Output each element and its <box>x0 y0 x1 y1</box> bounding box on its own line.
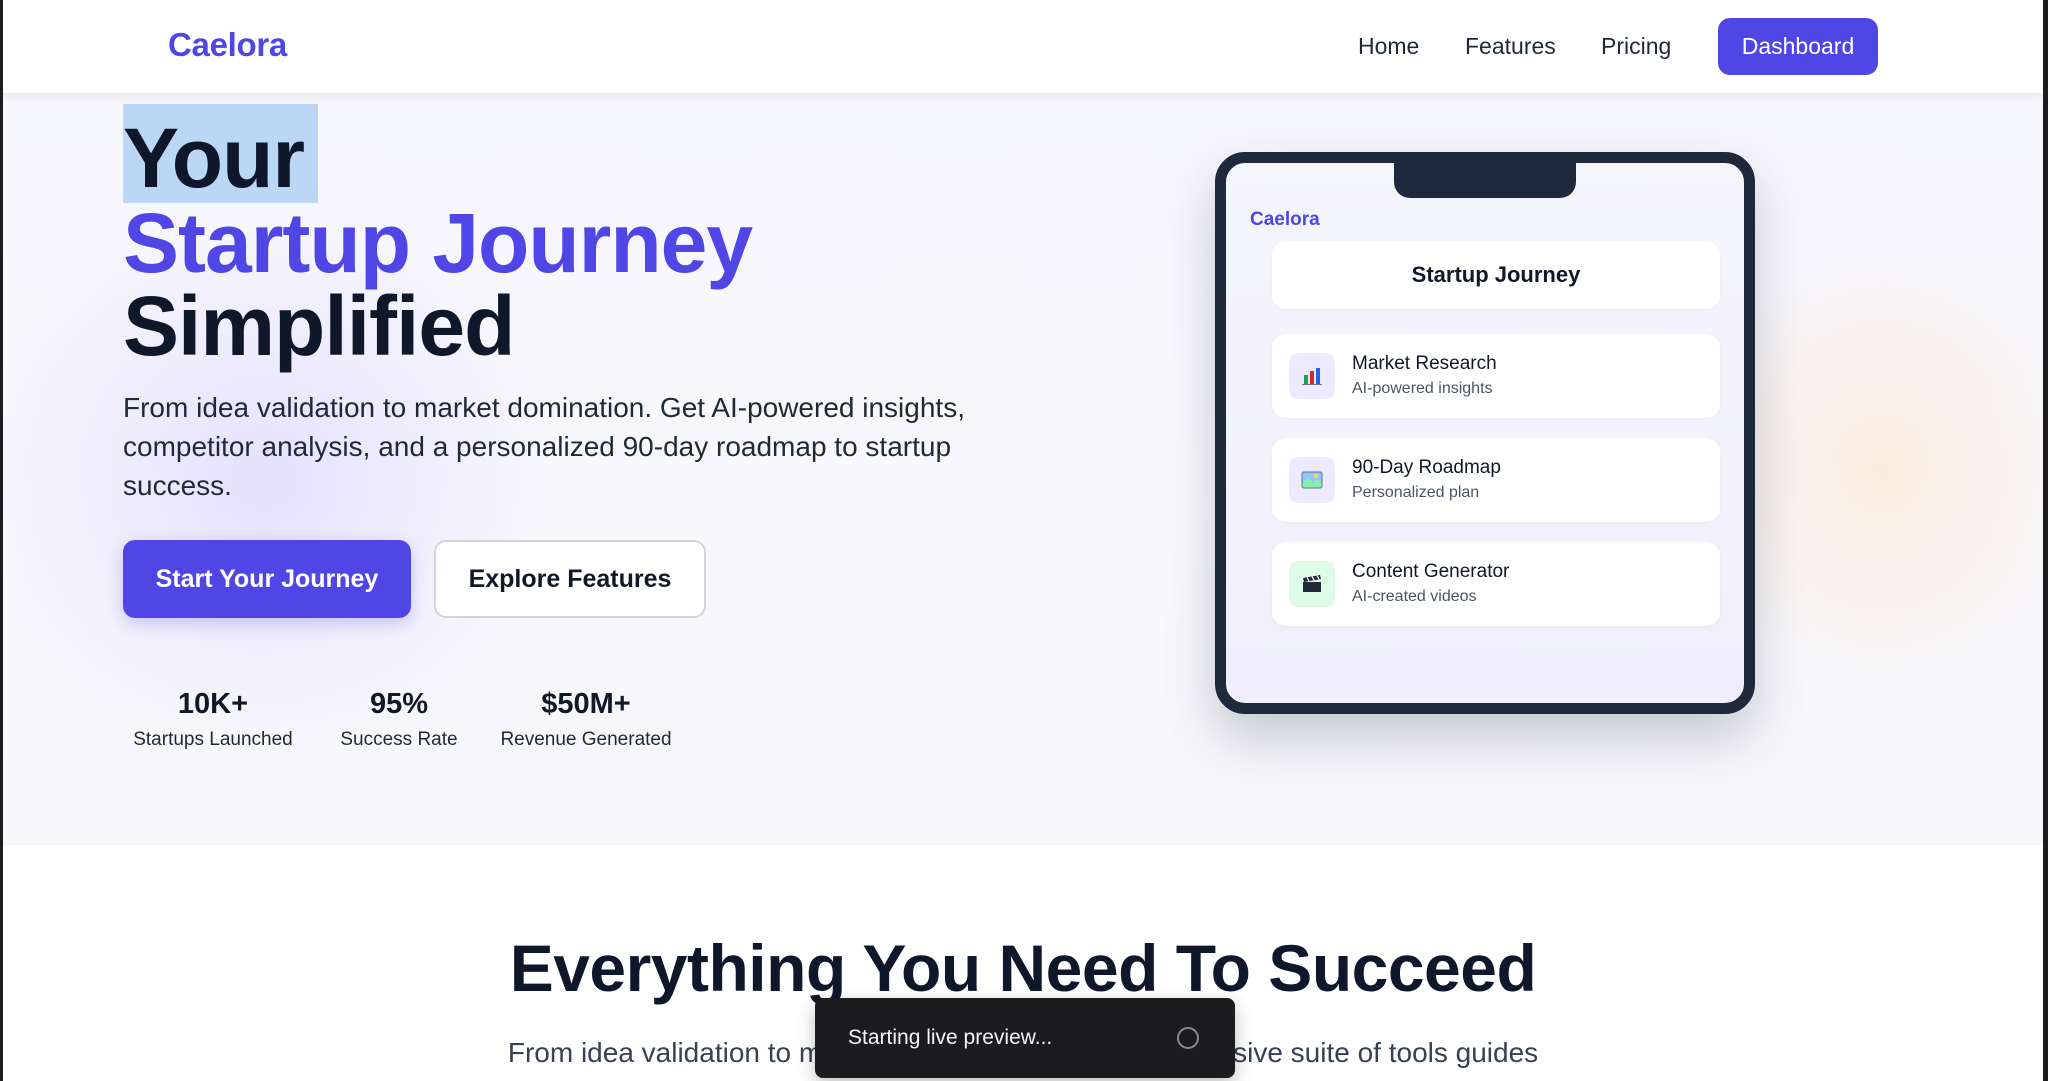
feature-card-content-generator: Content Generator AI-created videos <box>1272 542 1720 626</box>
nav-link-pricing[interactable]: Pricing <box>1601 33 1671 60</box>
device-logo: Caelora <box>1250 209 1320 230</box>
feature-subtitle: Personalized plan <box>1352 484 1480 501</box>
brand-logo[interactable]: Caelora <box>168 26 287 64</box>
device-mockup: Caelora Startup Journey Market Research … <box>1215 152 1755 714</box>
stat-revenue: $50M+ Revenue Generated <box>493 688 679 751</box>
bar-chart-icon <box>1289 353 1335 399</box>
stat-label: Revenue Generated <box>500 729 672 750</box>
stat-label: Success Rate <box>340 729 458 750</box>
clapperboard-icon <box>1289 561 1335 607</box>
stat-value: 10K+ <box>177 688 249 720</box>
stat-value: 95% <box>369 688 429 720</box>
device-title-card: Startup Journey <box>1272 241 1720 309</box>
feature-title: Content Generator <box>1352 561 1510 582</box>
feature-card-market-research: Market Research AI-powered insights <box>1272 334 1720 418</box>
stat-startups: 10K+ Startups Launched <box>123 688 303 751</box>
features-section-title: Everything You Need To Succeed <box>509 931 1537 1005</box>
toast-message: Starting live preview... <box>848 1026 1053 1049</box>
spinner-icon <box>1177 1027 1199 1049</box>
browser-viewport: Caelora Home Features Pricing Dashboard … <box>3 0 2043 1081</box>
feature-subtitle: AI-powered insights <box>1352 380 1493 397</box>
stat-label: Startups Launched <box>133 729 293 750</box>
feature-title: 90-Day Roadmap <box>1352 457 1501 478</box>
feature-subtitle: AI-created videos <box>1352 588 1477 605</box>
live-preview-toast: Starting live preview... <box>815 998 1235 1078</box>
feature-card-roadmap: 90-Day Roadmap Personalized plan <box>1272 438 1720 522</box>
hero-description: From idea validation to market dominatio… <box>123 392 965 501</box>
stat-success-rate: 95% Success Rate <box>331 688 467 751</box>
device-notch <box>1394 161 1576 198</box>
hero-title-line-3: Simplified <box>123 279 515 373</box>
stat-value: $50M+ <box>541 688 631 720</box>
start-journey-button[interactable]: Start Your Journey <box>123 540 411 618</box>
nav-link-features[interactable]: Features <box>1465 33 1556 60</box>
explore-features-button[interactable]: Explore Features <box>434 540 706 618</box>
feature-title: Market Research <box>1352 353 1497 374</box>
map-icon <box>1289 457 1335 503</box>
hero-title-line-2: Startup Journey <box>123 196 753 290</box>
dashboard-button[interactable]: Dashboard <box>1718 18 1878 75</box>
hero-title-line-1: Your <box>123 111 305 205</box>
navbar: Caelora Home Features Pricing Dashboard <box>3 0 2043 93</box>
nav-link-home[interactable]: Home <box>1358 33 1419 60</box>
